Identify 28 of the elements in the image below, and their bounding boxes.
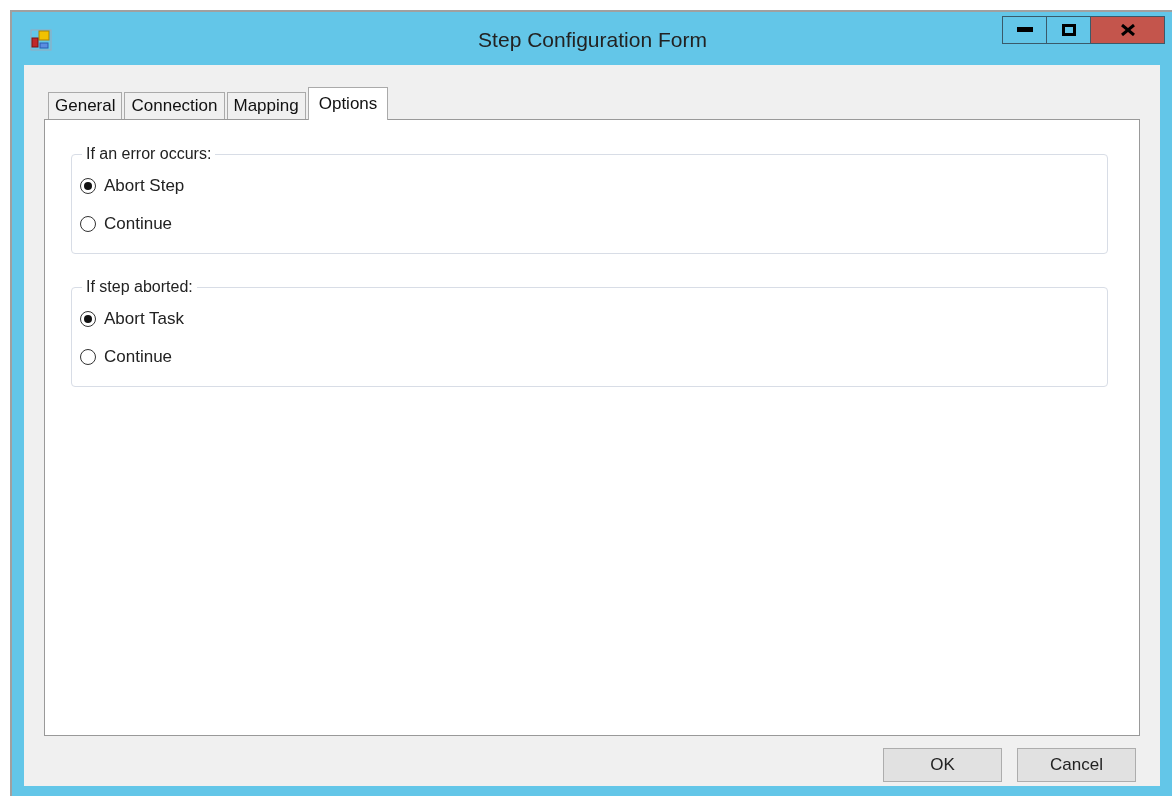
dialog-button[interactable]: OK (883, 748, 1002, 782)
radio-button[interactable] (80, 349, 96, 365)
close-button[interactable] (1090, 16, 1165, 44)
radio-option[interactable]: Abort Task (80, 300, 1099, 338)
radio-button[interactable] (80, 216, 96, 232)
minimize-icon (1016, 27, 1033, 33)
radio-label: Continue (104, 347, 173, 367)
radio-label: Continue (104, 214, 173, 234)
maximize-icon (1061, 24, 1076, 36)
radio-label: Abort Step (104, 176, 185, 196)
maximize-button[interactable] (1046, 16, 1091, 44)
app-icon (30, 29, 52, 51)
tab[interactable]: Connection (124, 92, 225, 119)
radio-label: Abort Task (104, 309, 184, 329)
radio-button[interactable] (80, 178, 96, 194)
window-title: Step Configuration Form (477, 28, 708, 52)
radio-button[interactable] (80, 311, 96, 327)
minimize-button[interactable] (1002, 16, 1047, 44)
tab[interactable]: Mapping (226, 92, 306, 119)
dialog-button[interactable]: Cancel (1017, 748, 1136, 782)
tab[interactable]: General (48, 92, 123, 119)
close-icon (1120, 24, 1135, 36)
radio-option[interactable]: Abort Step (80, 167, 1099, 205)
group-title: If an error occurs: (85, 145, 213, 163)
tab[interactable]: Options (307, 87, 389, 120)
group-title: If step aborted: (85, 278, 194, 296)
radio-option[interactable]: Continue (80, 338, 1099, 376)
radio-option[interactable]: Continue (80, 205, 1099, 243)
